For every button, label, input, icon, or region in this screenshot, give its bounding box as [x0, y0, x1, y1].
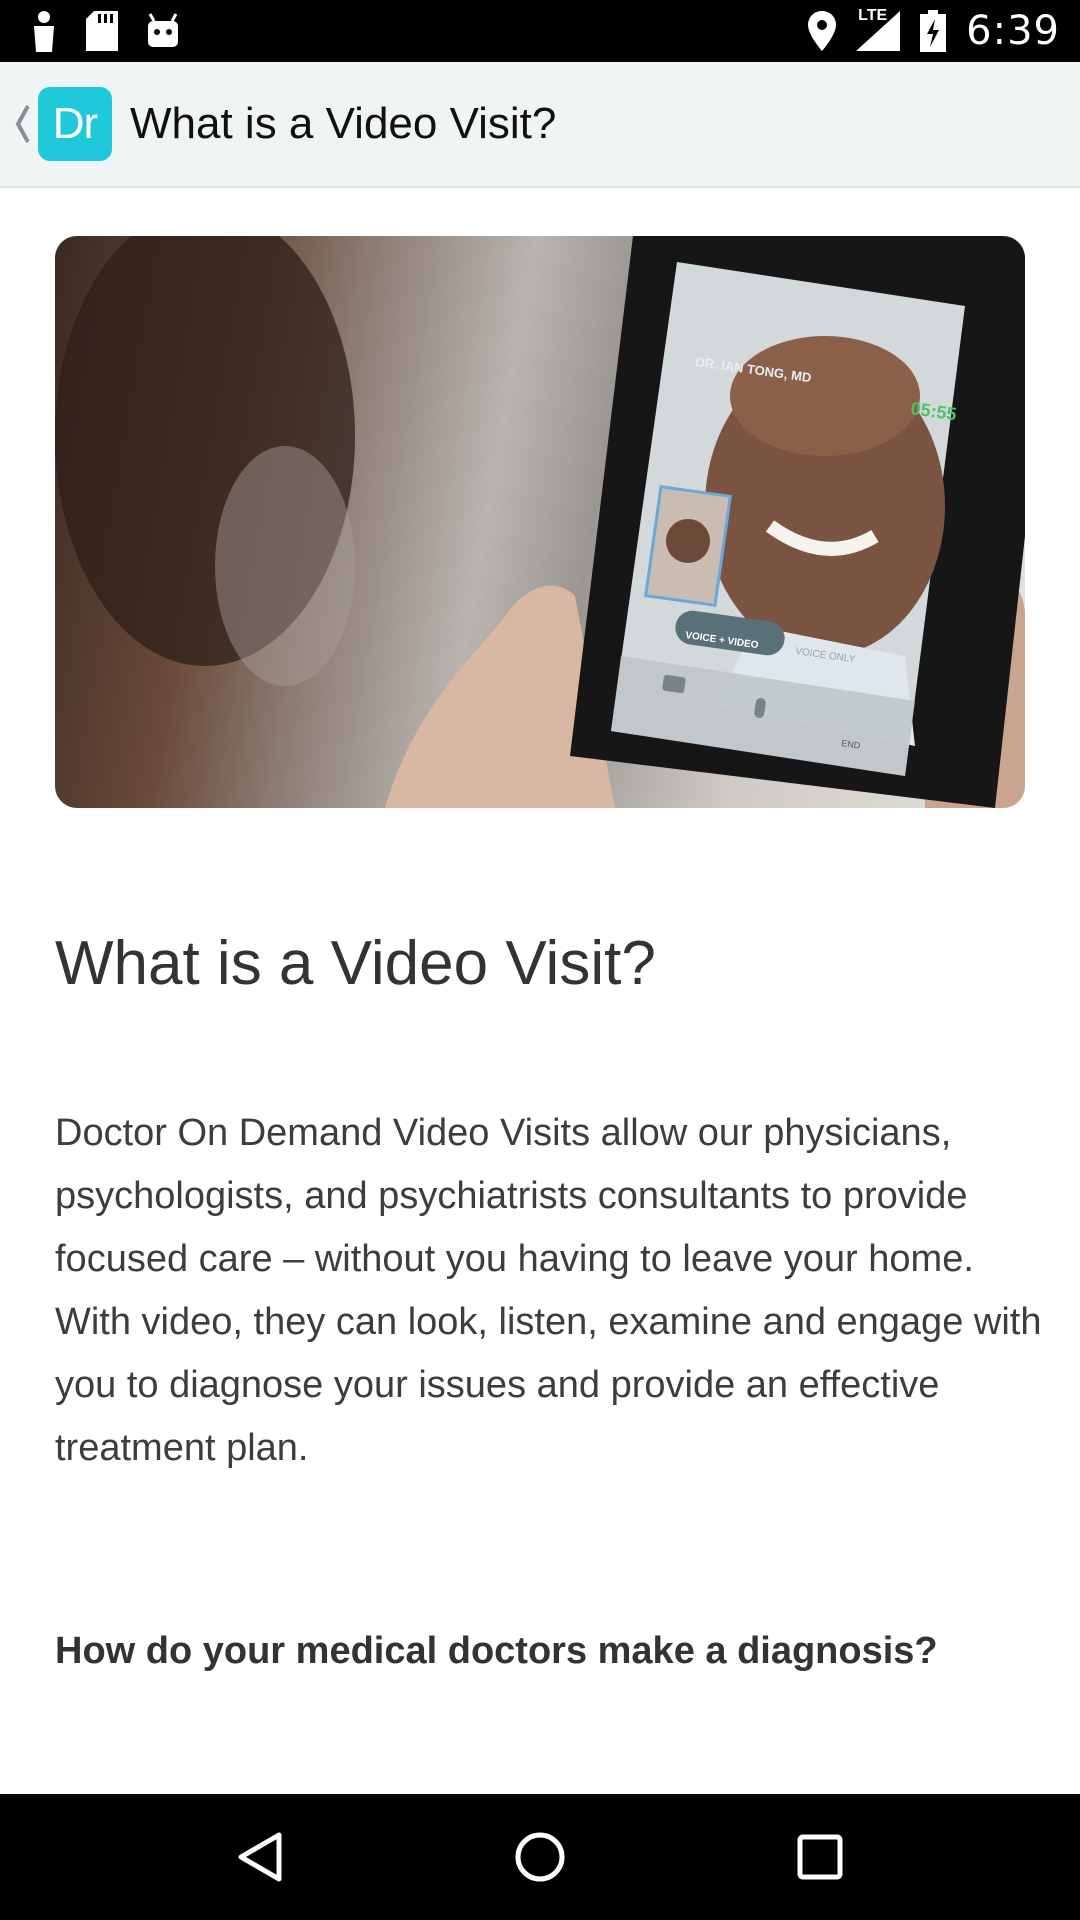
back-chevron-icon[interactable] — [10, 104, 36, 144]
status-time: 6:39 — [966, 8, 1060, 54]
status-left-icons — [30, 10, 180, 52]
app-bar: Dr What is a Video Visit? — [0, 62, 1080, 188]
article-content[interactable]: DR. IAN TONG, MD 05:55 VOICE + VIDEO VOI… — [0, 190, 1080, 1794]
hero-image: DR. IAN TONG, MD 05:55 VOICE + VIDEO VOI… — [55, 236, 1025, 808]
app-logo[interactable]: Dr — [38, 87, 112, 161]
nav-home-button[interactable] — [490, 1807, 590, 1907]
network-type-label: LTE — [858, 7, 888, 24]
recents-square-icon — [797, 1834, 843, 1880]
article-heading: What is a Video Visit? — [55, 929, 656, 998]
nav-recents-button[interactable] — [770, 1807, 870, 1907]
article-body: Doctor On Demand Video Visits allow our … — [55, 1112, 1042, 1469]
nav-back-button[interactable] — [210, 1807, 310, 1907]
navigation-bar — [0, 1794, 1080, 1920]
status-right-icons: LTE 6:39 — [808, 7, 1060, 54]
sd-card-icon — [86, 11, 118, 51]
hero-illustration: DR. IAN TONG, MD 05:55 VOICE + VIDEO VOI… — [55, 236, 1025, 808]
status-bar: LTE 6:39 — [0, 0, 1080, 62]
person-notification-icon — [30, 10, 58, 52]
article-subheading: How do your medical doctors make a diagn… — [55, 1630, 938, 1672]
battery-charging-icon — [920, 10, 947, 52]
home-circle-icon — [515, 1832, 565, 1882]
location-icon — [808, 11, 837, 51]
page-title: What is a Video Visit? — [130, 99, 557, 148]
back-triangle-icon — [238, 1832, 282, 1882]
android-icon — [146, 13, 180, 49]
app-logo-text: Dr — [52, 99, 98, 148]
signal-icon: LTE — [856, 7, 901, 51]
